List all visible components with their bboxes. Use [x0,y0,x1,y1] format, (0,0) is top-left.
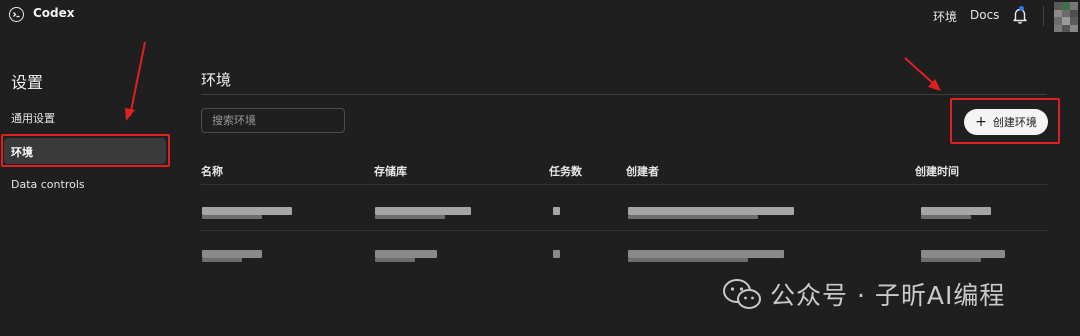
watermark: 公众号 · 子昕AI编程 [722,276,1005,312]
wechat-icon [723,279,761,309]
settings-page: Codex 环境 Docs 设置 通用设置 环境 Data controls 环… [0,0,1080,336]
watermark-text: 公众号 · 子昕AI编程 [770,281,1006,310]
